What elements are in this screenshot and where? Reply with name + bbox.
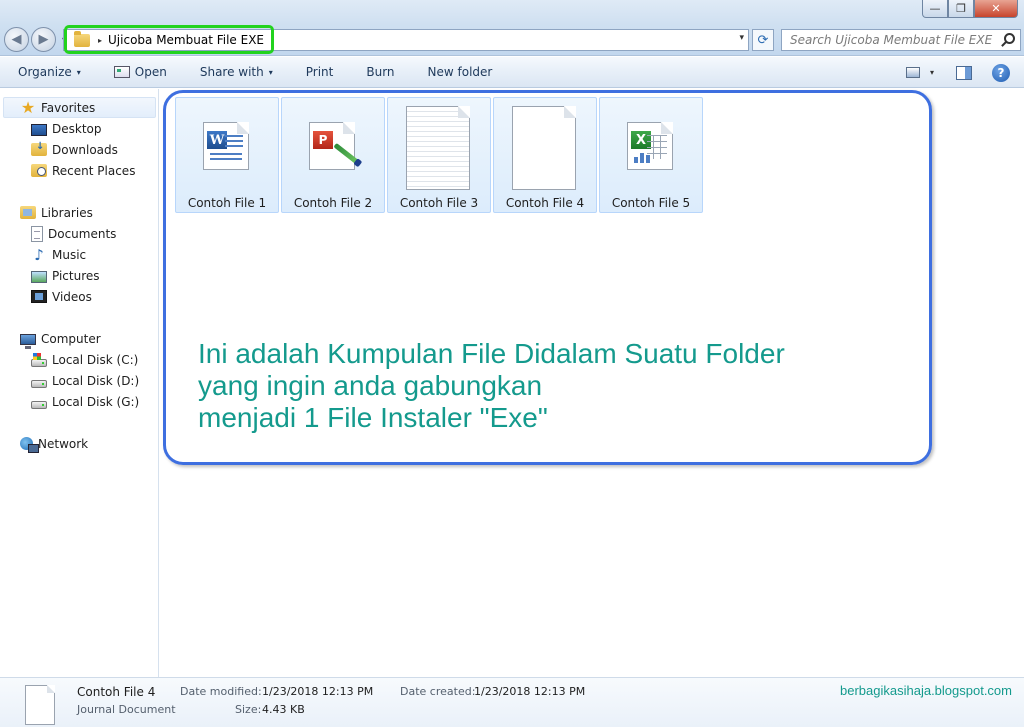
maximize-button[interactable]: ❐ xyxy=(948,0,974,18)
annotation-line: Ini adalah Kumpulan File Didalam Suatu F… xyxy=(198,338,785,369)
command-bar-right: ▾ ? xyxy=(905,57,1024,88)
share-with-label: Share with xyxy=(199,65,264,79)
details-pane: Contoh File 4 Journal Document Date modi… xyxy=(0,677,1024,727)
computer-icon xyxy=(20,333,36,349)
sidebar-item-recent-places[interactable]: Recent Places xyxy=(31,160,135,181)
view-options-dropdown[interactable]: ▾ xyxy=(930,68,934,77)
search-input[interactable]: Search Ujicoba Membuat File EXE xyxy=(781,29,1021,51)
date-modified-value: 1/23/2018 12:13 PM xyxy=(262,685,374,698)
size-label: Size: xyxy=(235,703,262,716)
forward-button[interactable]: ▶ xyxy=(31,27,56,52)
sidebar-item-desktop[interactable]: Desktop xyxy=(31,118,102,139)
selected-file-icon xyxy=(25,685,55,725)
sidebar-item-label: Downloads xyxy=(52,142,118,157)
search-placeholder: Search Ujicoba Membuat File EXE xyxy=(790,33,993,47)
annotation-line: menjadi 1 File Instaler "Exe" xyxy=(198,402,548,433)
recent-places-icon xyxy=(31,164,47,177)
disk-icon xyxy=(31,379,47,388)
sidebar-item-documents[interactable]: Documents xyxy=(31,223,116,244)
sidebar-item-network[interactable]: Network xyxy=(20,433,88,454)
command-bar: Organize ▾ Open Share with ▾ Print Burn … xyxy=(0,57,1024,88)
chevron-down-icon: ▾ xyxy=(76,67,81,77)
sidebar-item-computer[interactable]: Computer xyxy=(20,328,101,349)
address-highlight-box xyxy=(64,25,274,54)
address-history-dropdown[interactable]: ▾ xyxy=(739,33,744,43)
minimize-button[interactable]: — xyxy=(922,0,948,18)
videos-icon xyxy=(31,290,47,303)
new-folder-button[interactable]: New folder xyxy=(410,57,508,88)
annotation-line: yang ingin anda gabungkan xyxy=(198,370,543,401)
documents-icon xyxy=(31,225,43,242)
sidebar-item-downloads[interactable]: Downloads xyxy=(31,139,118,160)
pictures-icon xyxy=(31,270,47,283)
sidebar-item-label: Libraries xyxy=(41,205,93,220)
window-titlebar: — ❐ ✕ ◀ ▶ ▾ ▸ Ujicoba Membuat File EXE ▾… xyxy=(0,0,1024,56)
network-icon xyxy=(20,437,39,453)
print-button[interactable]: Print xyxy=(288,57,349,88)
file-list-area[interactable]: W Contoh File 1 P Contoh File 2 Contoh F… xyxy=(160,89,1024,677)
navigation-pane: ★ Favorites Desktop Downloads Recent Pla… xyxy=(0,89,159,677)
sidebar-item-pictures[interactable]: Pictures xyxy=(31,265,100,286)
sidebar-item-label: Local Disk (G:) xyxy=(52,394,140,409)
star-icon: ★ xyxy=(20,97,36,117)
sidebar-item-label: Favorites xyxy=(41,100,96,115)
sidebar-item-label: Music xyxy=(52,247,87,262)
refresh-button[interactable]: ⟳ xyxy=(752,29,774,51)
sidebar-item-label: Local Disk (C:) xyxy=(52,352,139,367)
navigation-buttons: ◀ ▶ ▾ xyxy=(4,27,70,52)
search-icon[interactable] xyxy=(1004,33,1015,44)
watermark-text: berbagikasihaja.blogspot.com xyxy=(840,683,1012,698)
sidebar-item-label: Documents xyxy=(48,226,117,241)
desktop-icon xyxy=(31,123,47,136)
sidebar-item-label: Local Disk (D:) xyxy=(52,373,140,388)
disk-icon xyxy=(31,400,47,409)
open-icon xyxy=(113,66,130,78)
change-view-icon[interactable] xyxy=(905,67,920,78)
sidebar-item-label: Desktop xyxy=(52,121,102,136)
close-button[interactable]: ✕ xyxy=(974,0,1018,18)
sidebar-item-favorites[interactable]: ★ Favorites xyxy=(20,97,95,118)
open-button[interactable]: Open xyxy=(96,57,182,88)
sidebar-item-label: Computer xyxy=(41,331,101,346)
back-button[interactable]: ◀ xyxy=(4,27,29,52)
sidebar-item-libraries[interactable]: Libraries xyxy=(20,202,93,223)
size-value: 4.43 KB xyxy=(262,703,305,716)
organize-label: Organize xyxy=(18,65,72,79)
burn-button[interactable]: Burn xyxy=(348,57,409,88)
open-label: Open xyxy=(134,65,167,79)
selected-file-type: Journal Document xyxy=(77,703,176,716)
date-created-value: 1/23/2018 12:13 PM xyxy=(474,685,586,698)
help-icon[interactable]: ? xyxy=(992,63,1010,82)
sidebar-item-local-disk-d[interactable]: Local Disk (D:) xyxy=(31,370,139,391)
window-controls: — ❐ ✕ xyxy=(922,0,1018,18)
preview-pane-icon[interactable] xyxy=(956,65,972,80)
sidebar-item-label: Network xyxy=(38,436,89,451)
selected-file-name: Contoh File 4 xyxy=(77,685,156,699)
sidebar-item-label: Recent Places xyxy=(52,163,136,178)
sidebar-item-local-disk-g[interactable]: Local Disk (G:) xyxy=(31,391,139,412)
share-with-button[interactable]: Share with ▾ xyxy=(182,57,288,88)
sidebar-item-label: Videos xyxy=(52,289,92,304)
libraries-icon xyxy=(20,206,36,219)
annotation-text: Ini adalah Kumpulan File Didalam Suatu F… xyxy=(198,338,918,434)
system-disk-icon xyxy=(31,352,47,367)
sidebar-item-label: Pictures xyxy=(52,268,100,283)
date-modified-label: Date modified: xyxy=(180,685,262,698)
sidebar-item-music[interactable]: ♪ Music xyxy=(31,244,86,265)
organize-button[interactable]: Organize ▾ xyxy=(0,57,96,88)
downloads-icon xyxy=(31,141,47,156)
date-created-label: Date created: xyxy=(400,685,476,698)
music-icon: ♪ xyxy=(34,245,44,264)
sidebar-item-videos[interactable]: Videos xyxy=(31,286,92,307)
chevron-down-icon: ▾ xyxy=(268,67,273,77)
sidebar-item-local-disk-c[interactable]: Local Disk (C:) xyxy=(31,349,138,370)
